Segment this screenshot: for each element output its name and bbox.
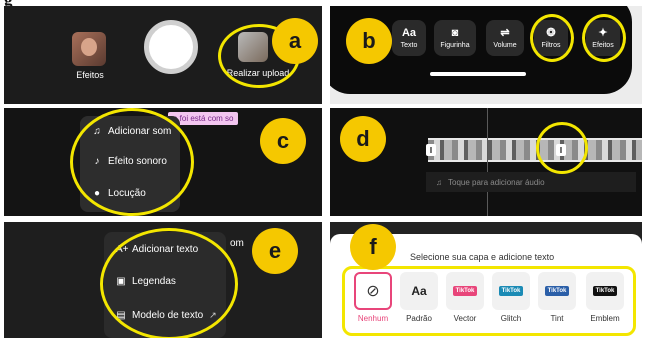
menu-label: Efeito sonoro (108, 156, 167, 167)
tool-filtros[interactable]: ❂ Filtros (534, 20, 568, 56)
style-label: Emblem (590, 314, 620, 323)
tool-texto-label: Texto (400, 41, 418, 49)
no-style-icon: ⊘ (366, 283, 380, 300)
tool-efeitos-label: Efeitos (592, 41, 614, 49)
audio-hint: Toque para adicionar áudio (448, 177, 545, 187)
style-preview: TikTok (498, 286, 524, 296)
menu-label: Locução (108, 188, 146, 199)
menu-label: Modelo de texto (132, 310, 204, 321)
upload-label[interactable]: Realizar upload (218, 68, 298, 78)
menu-item-legendas[interactable]: ▣ Legendas (116, 276, 176, 287)
panel-b-toolbar: Aa Texto ◙ Figurinha ⇌ Volume ❂ Filtros … (330, 6, 642, 104)
music-note-icon: ♫ (436, 177, 442, 187)
style-preview: TikTok (544, 286, 570, 296)
video-track[interactable] (428, 138, 642, 162)
effects-thumbnail[interactable] (72, 32, 106, 66)
badge-e: e (252, 228, 298, 274)
panel-c-sound-menu: a foi está com so ♫ Adicionar som ♪ Efei… (4, 108, 322, 216)
menu-item-efeito-sonoro[interactable]: ♪ Efeito sonoro (92, 156, 167, 167)
home-indicator (430, 72, 526, 76)
style-label: Padrão (406, 314, 432, 323)
menu-item-locucao[interactable]: ● Locução (92, 188, 146, 199)
style-preview: TikTok (452, 286, 478, 296)
record-button[interactable] (144, 20, 198, 74)
menu-label: Legendas (132, 276, 176, 287)
microphone-icon: ● (93, 188, 101, 199)
panel-e-text-menu: om A+ Adicionar texto ▣ Legendas ▤ Model… (4, 222, 322, 338)
sheet-title: Selecione sua capa e adicione texto (410, 252, 555, 262)
playhead[interactable] (487, 108, 488, 216)
sparkle-icon: ✦ (598, 26, 608, 39)
badge-f: f (350, 224, 396, 270)
upload-thumbnail[interactable] (238, 32, 268, 62)
external-link-icon: ↗ (209, 310, 217, 320)
menu-label: Adicionar texto (132, 244, 199, 255)
style-padrao[interactable]: Aa Padrão (400, 272, 438, 323)
captions-icon: ▣ (116, 276, 126, 287)
menu-item-modelo-de-texto[interactable]: ▤ Modelo de texto ↗ (116, 310, 217, 321)
tool-volume-label: Volume (493, 41, 517, 49)
style-tint[interactable]: TikTok Tint (538, 272, 576, 323)
style-vector[interactable]: TikTok Vector (446, 272, 484, 323)
effects-label: Efeitos (76, 70, 104, 80)
tool-volume[interactable]: ⇌ Volume (486, 20, 524, 56)
text-aa-icon: Aa (401, 26, 417, 39)
sticker-icon: ◙ (451, 26, 459, 39)
tool-filtros-label: Filtros (541, 41, 561, 49)
panel-f-text-styles: Selecione sua capa e adicione texto ⊘ Ne… (330, 222, 642, 338)
filters-icon: ❂ (546, 26, 556, 39)
tool-efeitos[interactable]: ✦ Efeitos (586, 20, 620, 56)
tool-figurinha[interactable]: ◙ Figurinha (434, 20, 476, 56)
style-preview: TikTok (592, 286, 618, 296)
style-preview: Aa (411, 284, 427, 298)
badge-a: a (272, 18, 318, 64)
badge-d: d (340, 116, 386, 162)
style-label: Vector (453, 314, 477, 323)
add-audio-row[interactable]: ♫ Toque para adicionar áudio (426, 172, 636, 192)
style-label: Glitch (500, 314, 522, 323)
badge-c: c (260, 118, 306, 164)
volume-sliders-icon: ⇌ (500, 26, 510, 39)
menu-item-adicionar-texto[interactable]: A+ Adicionar texto (116, 244, 198, 255)
menu-item-adicionar-som[interactable]: ♫ Adicionar som (92, 126, 171, 137)
tool-figurinha-label: Figurinha (440, 41, 470, 49)
badge-b: b (346, 18, 392, 64)
tool-texto[interactable]: Aa Texto (392, 20, 426, 56)
music-note-icon: ♫ (93, 126, 101, 137)
style-label: Tint (550, 314, 564, 323)
add-text-icon: A+ (116, 244, 129, 255)
trim-handle-left[interactable]: I (426, 144, 436, 156)
text-template-icon: ▤ (116, 310, 126, 321)
trim-handle-right[interactable]: I (556, 144, 566, 156)
sound-effect-icon: ♪ (94, 156, 100, 167)
style-glitch[interactable]: TikTok Glitch (492, 272, 530, 323)
caption-fragment: om (230, 238, 244, 249)
panel-a-camera: Efeitos Realizar upload a (4, 6, 322, 104)
style-nenhum[interactable]: ⊘ Nenhum (354, 272, 392, 323)
style-label: Nenhum (357, 314, 389, 323)
menu-label: Adicionar som (108, 126, 172, 137)
style-emblem[interactable]: TikTok Emblem (586, 272, 624, 323)
panel-d-timeline: I I ♫ Toque para adicionar áudio d (330, 108, 642, 216)
